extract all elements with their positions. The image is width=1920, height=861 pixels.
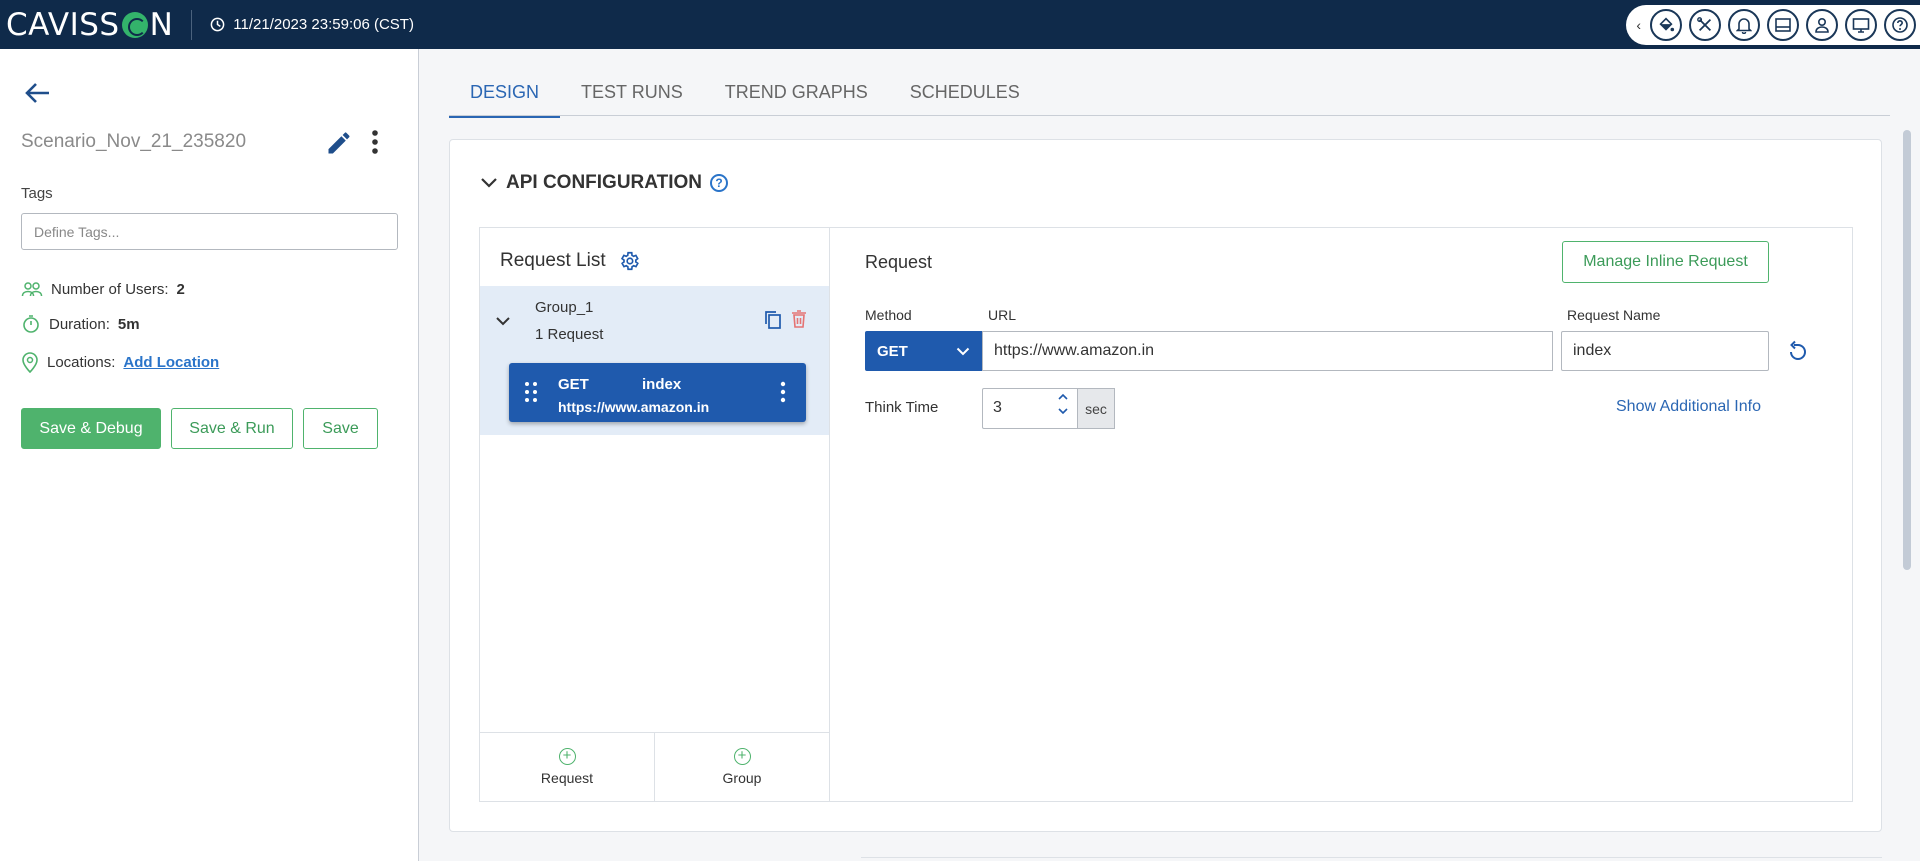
request-list-header: Request List: [500, 250, 640, 272]
url-input[interactable]: [982, 331, 1553, 371]
method-select[interactable]: GET: [865, 331, 982, 371]
group-request-count: 1 Request: [535, 326, 604, 343]
main-tabs: DESIGN TEST RUNS TREND GRAPHS SCHEDULES: [449, 82, 1041, 118]
chevron-left-icon[interactable]: ‹: [1636, 17, 1641, 33]
reset-icon[interactable]: [1786, 340, 1810, 369]
help-icon[interactable]: [1884, 9, 1916, 41]
help-circle-icon[interactable]: ?: [709, 174, 728, 192]
header-divider: [191, 9, 193, 40]
request-item-url: https://www.amazon.in: [558, 399, 710, 415]
plus-circle-icon: +: [558, 748, 576, 765]
chevron-down-icon: [956, 347, 970, 355]
header-datetime: 11/21/2023 23:59:06 (CST): [210, 16, 414, 33]
save-debug-button[interactable]: Save & Debug: [21, 408, 161, 449]
save-button[interactable]: Save: [303, 408, 378, 449]
request-name-label: Request Name: [1567, 307, 1661, 323]
header-toolbar: ‹: [1626, 5, 1920, 45]
add-request-button[interactable]: + Request: [480, 733, 654, 801]
request-item[interactable]: GET index https://www.amazon.in: [509, 363, 806, 422]
timer-icon: [23, 315, 39, 333]
tab-test-runs[interactable]: TEST RUNS: [560, 82, 704, 117]
back-arrow-icon[interactable]: [24, 81, 52, 110]
edit-pencil-icon[interactable]: [325, 129, 353, 162]
group-name: Group_1: [535, 299, 594, 316]
tags-input[interactable]: [21, 213, 398, 250]
duration-row: Duration: 5m: [21, 314, 140, 334]
users-row: Number of Users: 2: [21, 280, 185, 298]
api-config-title: API CONFIGURATION: [506, 172, 702, 193]
group-collapse-icon[interactable]: [495, 313, 511, 331]
scenario-sidebar: [0, 49, 419, 861]
vertical-scrollbar[interactable]: [1903, 130, 1911, 570]
add-location-link[interactable]: Add Location: [123, 354, 219, 371]
method-label: Method: [865, 307, 912, 323]
users-count: 2: [176, 280, 185, 298]
duration-value: 5m: [117, 315, 140, 333]
delete-icon[interactable]: [791, 309, 807, 334]
think-time-input[interactable]: [993, 399, 1033, 417]
request-item-name: index: [642, 376, 682, 393]
add-group-button[interactable]: + Group: [654, 733, 829, 801]
stepper-controls: [1057, 393, 1069, 415]
request-list-footer: + Request + Group: [480, 732, 829, 801]
bell-icon[interactable]: [1728, 9, 1760, 41]
url-label: URL: [988, 307, 1017, 323]
next-card-edge: [861, 857, 1882, 861]
logo-o-icon: [121, 11, 148, 38]
locations-row: Locations: Add Location: [21, 351, 219, 373]
show-additional-info-link[interactable]: Show Additional Info: [1616, 398, 1761, 416]
location-pin-icon: [22, 352, 38, 373]
request-section-title: Request: [865, 252, 933, 272]
paint-bucket-icon[interactable]: [1650, 9, 1682, 41]
tools-icon[interactable]: [1689, 9, 1721, 41]
tabs-divider: [449, 115, 1890, 116]
scenario-more-icon[interactable]: [370, 128, 380, 161]
think-time-stepper[interactable]: [982, 388, 1078, 429]
top-header: CAVISS N 11/21/2023 23:59:06 (CST) ‹: [0, 0, 1920, 49]
request-item-method: GET: [558, 376, 589, 393]
request-item-more-icon[interactable]: [779, 381, 787, 403]
chevron-down-icon[interactable]: [480, 177, 498, 189]
think-time-label: Think Time: [865, 399, 939, 416]
save-run-button[interactable]: Save & Run: [171, 408, 293, 449]
think-time-unit: sec: [1077, 388, 1115, 429]
clock-icon: [210, 17, 225, 32]
request-name-input[interactable]: [1561, 331, 1769, 371]
settings-gear-icon[interactable]: [618, 250, 640, 272]
user-icon[interactable]: [1806, 9, 1838, 41]
manage-inline-request-button[interactable]: Manage Inline Request: [1562, 241, 1769, 283]
api-config-header[interactable]: API CONFIGURATION ?: [480, 172, 728, 194]
tags-label: Tags: [21, 185, 53, 202]
tab-schedules[interactable]: SCHEDULES: [889, 82, 1041, 117]
plus-circle-icon: +: [733, 748, 751, 765]
stepper-down-icon[interactable]: [1057, 407, 1069, 415]
scenario-name: Scenario_Nov_21_235820: [21, 131, 247, 152]
monitor-panel-icon[interactable]: [1767, 9, 1799, 41]
tab-trend-graphs[interactable]: TREND GRAPHS: [704, 82, 889, 117]
display-icon[interactable]: [1845, 9, 1877, 41]
drag-handle-icon[interactable]: [524, 381, 538, 403]
stepper-up-icon[interactable]: [1057, 393, 1069, 401]
copy-icon[interactable]: [764, 310, 782, 335]
cavisson-logo: CAVISS N: [6, 6, 174, 43]
users-icon: [21, 282, 43, 297]
tab-design[interactable]: DESIGN: [449, 82, 561, 118]
